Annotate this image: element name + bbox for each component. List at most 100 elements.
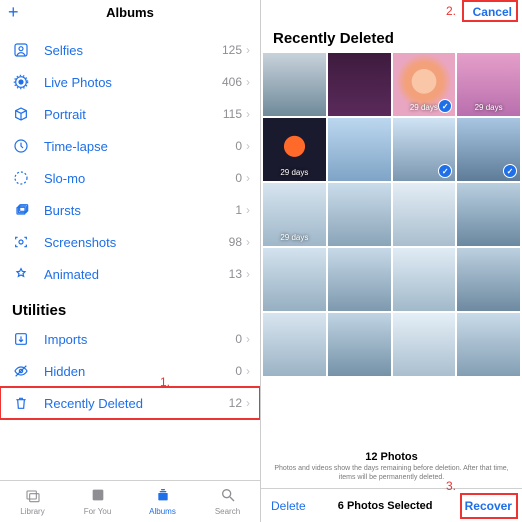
albums-header: + Albums xyxy=(0,0,260,24)
camera-viewfinder-icon xyxy=(12,234,30,250)
checkmark-icon xyxy=(503,164,517,178)
days-label: 29 days xyxy=(263,233,326,242)
photo-thumbnail[interactable] xyxy=(328,118,391,181)
grid-footer: 12 Photos Photos and videos show the day… xyxy=(261,445,522,488)
tab-label: Search xyxy=(215,507,240,516)
row-count: 0 xyxy=(235,139,242,153)
photo-thumbnail[interactable]: 29 days xyxy=(393,53,456,116)
recently-deleted-pane: 2. Cancel Recently Deleted 29 days29 day… xyxy=(261,0,522,522)
row-count: 13 xyxy=(229,267,242,281)
row-count: 1 xyxy=(235,203,242,217)
photo-thumbnail[interactable] xyxy=(393,248,456,311)
row-count: 115 xyxy=(223,107,242,121)
photo-thumbnail[interactable]: 29 days xyxy=(263,118,326,181)
list-item[interactable]: Recently Deleted12 › xyxy=(0,387,260,419)
chevron-right-icon: › xyxy=(246,107,250,121)
photo-thumbnail[interactable] xyxy=(393,313,456,376)
tab-label: Albums xyxy=(149,507,176,516)
eye-slash-icon xyxy=(12,363,30,379)
photo-thumbnail[interactable] xyxy=(457,183,520,246)
footer-note: Photos and videos show the days remainin… xyxy=(269,463,514,486)
album-list: Selfies125 › Live Photos406 › Portrait115 › Ti… xyxy=(0,24,260,480)
trash-icon xyxy=(12,395,30,411)
tab-search[interactable]: Search xyxy=(195,481,260,522)
row-count: 125 xyxy=(222,43,242,57)
page-title: Recently Deleted xyxy=(261,24,522,53)
chevron-right-icon: › xyxy=(246,171,250,185)
tab-for-you[interactable]: For You xyxy=(65,481,130,522)
annotation-1: 1. xyxy=(160,375,170,389)
photo-thumbnail[interactable] xyxy=(393,118,456,181)
person-crop-square-icon xyxy=(12,42,30,58)
add-button[interactable]: + xyxy=(8,2,19,23)
tab-label: Library xyxy=(20,507,44,516)
annotation-2: 2. xyxy=(446,4,456,18)
list-item[interactable]: Selfies125 › xyxy=(0,34,260,66)
albums-pane: + Albums Selfies125›Live Photos406›Portr… xyxy=(0,0,261,522)
list-item[interactable]: Imports0› xyxy=(0,323,260,355)
tab-library[interactable]: Library xyxy=(0,481,65,522)
photo-thumbnail[interactable]: 29 days xyxy=(457,53,520,116)
list-item[interactable]: Live Photos406 › xyxy=(0,66,260,98)
chevron-right-icon: › xyxy=(246,75,250,89)
list-item[interactable]: Bursts1 › xyxy=(0,194,260,226)
list-item[interactable]: Screenshots98› xyxy=(0,226,260,258)
photo-on-rectangle-icon xyxy=(24,487,42,505)
row-count: 406 xyxy=(222,75,242,89)
list-item[interactable] xyxy=(0,24,260,34)
row-label: Selfies xyxy=(44,43,222,58)
row-label: Animated xyxy=(44,267,229,282)
chevron-right-icon: › xyxy=(246,332,250,346)
square-arrow-down-icon xyxy=(12,331,30,347)
days-label: 29 days xyxy=(457,103,520,112)
chevron-right-icon: › xyxy=(246,43,250,57)
chevron-right-icon: › xyxy=(246,235,250,249)
burst-icon xyxy=(12,202,30,218)
photo-thumbnail[interactable] xyxy=(457,248,520,311)
photo-thumbnail[interactable] xyxy=(328,183,391,246)
selection-status: 6 Photos Selected xyxy=(338,500,433,512)
tab-label: For You xyxy=(84,507,112,516)
chevron-right-icon: › xyxy=(246,203,250,217)
annotation-3: 3. xyxy=(446,479,456,493)
row-count: 98 xyxy=(229,235,242,249)
rectangle-stack-icon xyxy=(154,487,172,505)
list-item[interactable]: Hidden0› xyxy=(0,355,260,387)
row-label: Live Photos xyxy=(44,75,222,90)
list-item[interactable]: Slo-mo0› xyxy=(0,162,260,194)
photo-thumbnail[interactable] xyxy=(328,313,391,376)
photo-thumbnail[interactable] xyxy=(263,313,326,376)
days-label: 29 days xyxy=(263,168,326,177)
photo-thumbnail[interactable] xyxy=(263,53,326,116)
row-count: 12 xyxy=(229,396,242,410)
cube-icon xyxy=(12,106,30,122)
timelapse-icon xyxy=(12,138,30,154)
photo-thumbnail[interactable] xyxy=(328,53,391,116)
section-header-utilities: Utilities xyxy=(0,290,260,323)
photo-thumbnail[interactable] xyxy=(393,183,456,246)
magnifyingglass-icon xyxy=(219,487,237,505)
annotation-box-cancel xyxy=(462,0,518,22)
row-label: Bursts xyxy=(44,203,235,218)
photo-thumbnail[interactable] xyxy=(457,118,520,181)
row-label: Hidden xyxy=(44,364,235,379)
row-label: Portrait xyxy=(44,107,223,122)
row-label: Recently Deleted xyxy=(44,396,229,411)
list-item[interactable]: Animated13› xyxy=(0,258,260,290)
chevron-right-icon: › xyxy=(246,396,250,410)
action-bar: Delete 6 Photos Selected 3. Recover xyxy=(261,488,522,522)
delete-button[interactable]: Delete xyxy=(271,499,306,513)
list-item[interactable]: Portrait115 › xyxy=(0,98,260,130)
animated-icon xyxy=(12,266,30,282)
list-item[interactable]: Time-lapse0› xyxy=(0,130,260,162)
photo-thumbnail[interactable]: 29 days xyxy=(263,183,326,246)
photo-count: 12 Photos xyxy=(269,451,514,463)
photo-thumbnail[interactable] xyxy=(328,248,391,311)
albums-title: Albums xyxy=(106,5,154,20)
photo-thumbnail[interactable] xyxy=(457,313,520,376)
tab-albums[interactable]: Albums xyxy=(130,481,195,522)
row-count: 0 xyxy=(235,332,242,346)
checkmark-icon xyxy=(438,164,452,178)
photo-thumbnail[interactable] xyxy=(263,248,326,311)
row-count: 0 xyxy=(235,171,242,185)
